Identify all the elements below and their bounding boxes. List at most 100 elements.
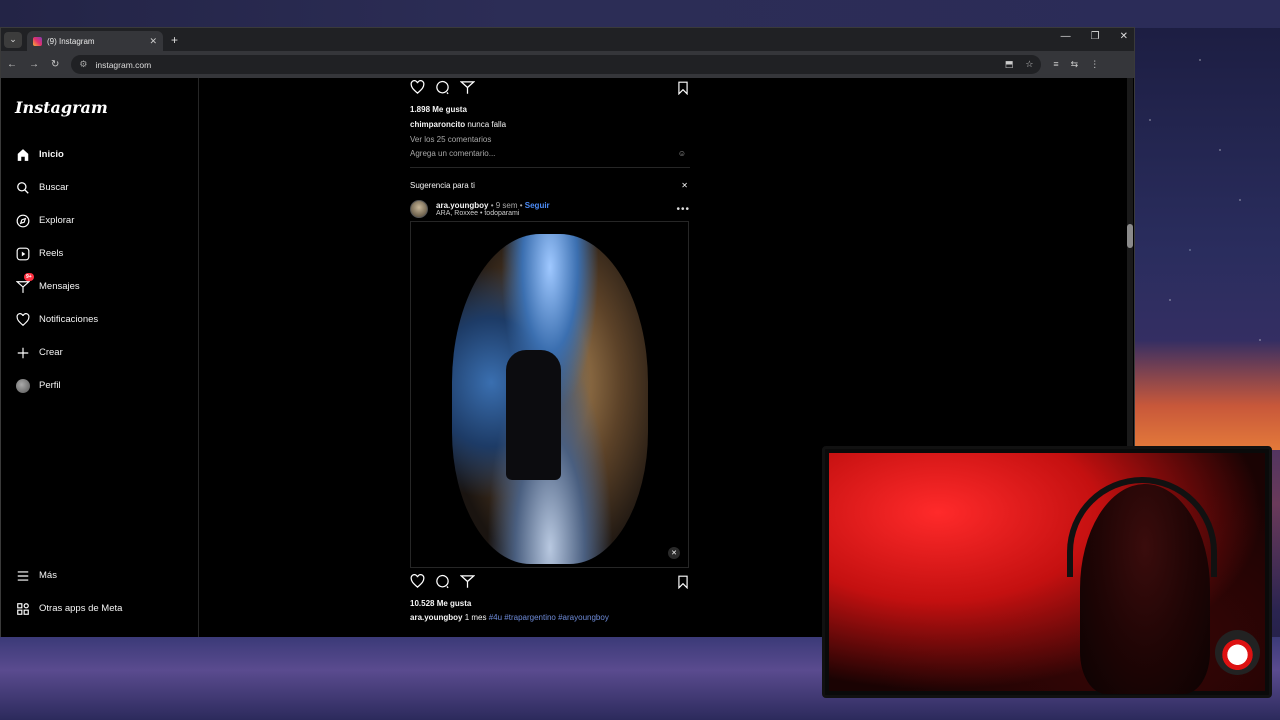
- instagram-sidebar: Instagram Inicio Buscar Explorar Reels 9…: [1, 78, 199, 637]
- hamburger-menu-icon: [15, 568, 30, 583]
- reels-icon: [15, 246, 30, 261]
- sidebar-item-label: Perfil: [39, 380, 61, 391]
- browser-menu-icon[interactable]: ⋮: [1090, 59, 1099, 70]
- sidebar-item-label: Crear: [39, 347, 63, 358]
- post-actions: [410, 574, 690, 594]
- mute-icon[interactable]: ✕: [668, 547, 680, 559]
- plus-icon: [15, 345, 30, 360]
- bookmark-star-icon[interactable]: ☆: [1025, 59, 1033, 70]
- like-count[interactable]: 1.898 Me gusta: [410, 105, 690, 114]
- instagram-favicon-icon: [33, 36, 42, 46]
- webcam-overlay: [822, 446, 1272, 698]
- tab-close-icon[interactable]: ✕: [149, 36, 157, 47]
- post-audio[interactable]: ARA, Roxxee • todoparami: [436, 210, 550, 217]
- save-icon[interactable]: [676, 81, 690, 100]
- follow-button[interactable]: Seguir: [525, 201, 550, 210]
- post-user-line: ara.youngboy • 9 sem • Seguir: [436, 201, 550, 210]
- view-comments-link[interactable]: Ver los 25 comentarios: [410, 135, 690, 144]
- reload-icon[interactable]: ↻: [51, 59, 59, 70]
- minimize-icon[interactable]: —: [1061, 31, 1071, 42]
- caption-username[interactable]: ara.youngboy: [410, 613, 462, 622]
- sidebar-item-label: Inicio: [39, 149, 64, 160]
- caption-hashtags[interactable]: #4u #trapargentino #arayoungboy: [489, 613, 609, 622]
- like-count[interactable]: 10.528 Me gusta: [410, 599, 690, 608]
- divider: [410, 167, 690, 168]
- sidebar-item-label: Buscar: [39, 182, 69, 193]
- meta-apps-icon: [15, 601, 30, 616]
- messenger-icon: 9+: [15, 273, 34, 294]
- like-icon[interactable]: [410, 574, 425, 594]
- notification-badge: 9+: [24, 273, 34, 281]
- streamer-cat-logo: [1215, 630, 1260, 675]
- search-icon: [15, 180, 30, 195]
- sidebar-item-label: Mensajes: [39, 281, 80, 292]
- instagram-logo[interactable]: Instagram: [15, 98, 108, 117]
- comment-row: Agrega un comentario... ☺: [410, 149, 690, 158]
- post-video[interactable]: ✕: [410, 221, 689, 568]
- caption-text: nunca falla: [467, 120, 507, 129]
- comment-icon[interactable]: [435, 574, 450, 594]
- restore-icon[interactable]: ❐: [1091, 31, 1100, 42]
- like-icon[interactable]: [410, 80, 425, 100]
- share-icon[interactable]: [459, 80, 476, 100]
- media-control-icon[interactable]: ≡: [1053, 59, 1058, 70]
- sidebar-item-inicio[interactable]: Inicio: [15, 147, 64, 162]
- tab-title: (9) Instagram: [47, 36, 95, 46]
- sidebar-item-buscar[interactable]: Buscar: [15, 180, 69, 195]
- comment-icon[interactable]: [435, 80, 450, 100]
- new-tab-button[interactable]: +: [171, 33, 178, 47]
- address-bar[interactable]: ⚙ instagram.com ⬒ ☆: [71, 55, 1042, 74]
- profile-avatar: [15, 378, 30, 393]
- tab-bar: ⌄ (9) Instagram ✕ + — ❐ ✕: [1, 28, 1134, 51]
- sidebar-item-label: Explorar: [39, 215, 75, 226]
- site-info-icon[interactable]: ⚙: [79, 59, 87, 70]
- sidebar-item-label: Notificaciones: [39, 314, 99, 325]
- share-icon[interactable]: [459, 574, 476, 594]
- suggestion-header: Sugerencia para ti ✕: [410, 181, 690, 190]
- post-actions: [410, 80, 690, 100]
- sidebar-item-mensajes[interactable]: 9+ Mensajes: [15, 273, 80, 294]
- tab-search-button[interactable]: ⌄: [4, 31, 22, 48]
- sidebar-item-label: Más: [39, 570, 57, 581]
- close-suggestion-icon[interactable]: ✕: [681, 181, 688, 190]
- browser-tab[interactable]: (9) Instagram ✕: [27, 31, 163, 51]
- sidebar-item-reels[interactable]: Reels: [15, 246, 63, 261]
- back-icon[interactable]: ←: [7, 59, 17, 70]
- close-window-icon[interactable]: ✕: [1120, 31, 1128, 42]
- post-caption: ara.youngboy 1 mes #4u #trapargentino #a…: [410, 613, 690, 622]
- sidebar-item-perfil[interactable]: Perfil: [15, 378, 61, 393]
- compass-icon: [15, 213, 30, 228]
- sidebar-item-notificaciones[interactable]: Notificaciones: [15, 312, 98, 327]
- sidebar-item-label: Reels: [39, 248, 64, 259]
- browser-toolbar: ← → ↻ ⚙ instagram.com ⬒ ☆ ≡ ⇆ ⋮: [1, 51, 1134, 78]
- post-header: ara.youngboy • 9 sem • Seguir ARA, Roxxe…: [410, 200, 690, 218]
- suggestion-title: Sugerencia para ti: [410, 181, 475, 190]
- sidebar-item-explorar[interactable]: Explorar: [15, 213, 74, 228]
- home-icon: [15, 147, 30, 162]
- post-username[interactable]: ara.youngboy: [436, 201, 488, 210]
- scrollbar-thumb[interactable]: [1127, 224, 1133, 248]
- extensions-icon[interactable]: ⇆: [1071, 59, 1079, 70]
- sidebar-item-label: Otras apps de Meta: [39, 603, 123, 614]
- sidebar-item-crear[interactable]: Crear: [15, 345, 63, 360]
- video-person: [506, 350, 561, 480]
- feed: 1.898 Me gusta chimparoncito nunca falla…: [410, 78, 690, 622]
- url-text: instagram.com: [95, 59, 152, 70]
- sidebar-item-meta-apps[interactable]: Otras apps de Meta: [15, 601, 122, 616]
- sidebar-item-mas[interactable]: Más: [15, 568, 57, 583]
- emoji-icon[interactable]: ☺: [678, 149, 686, 158]
- forward-icon[interactable]: →: [29, 59, 39, 70]
- heart-icon: [15, 312, 30, 327]
- window-controls: — ❐ ✕: [1061, 31, 1128, 42]
- caption-username[interactable]: chimparoncito: [410, 120, 465, 129]
- post-meta: ara.youngboy • 9 sem • Seguir ARA, Roxxe…: [436, 201, 550, 217]
- post-age: • 9 sem •: [490, 201, 523, 210]
- install-app-icon[interactable]: ⬒: [1005, 59, 1014, 70]
- caption-age: 1 mes: [464, 613, 487, 622]
- post-avatar[interactable]: [410, 200, 428, 218]
- post-caption: chimparoncito nunca falla: [410, 120, 690, 129]
- more-options-icon[interactable]: •••: [676, 204, 690, 215]
- desktop-sunset: [1135, 340, 1280, 450]
- save-icon[interactable]: [676, 575, 690, 594]
- add-comment-input[interactable]: Agrega un comentario...: [410, 149, 495, 158]
